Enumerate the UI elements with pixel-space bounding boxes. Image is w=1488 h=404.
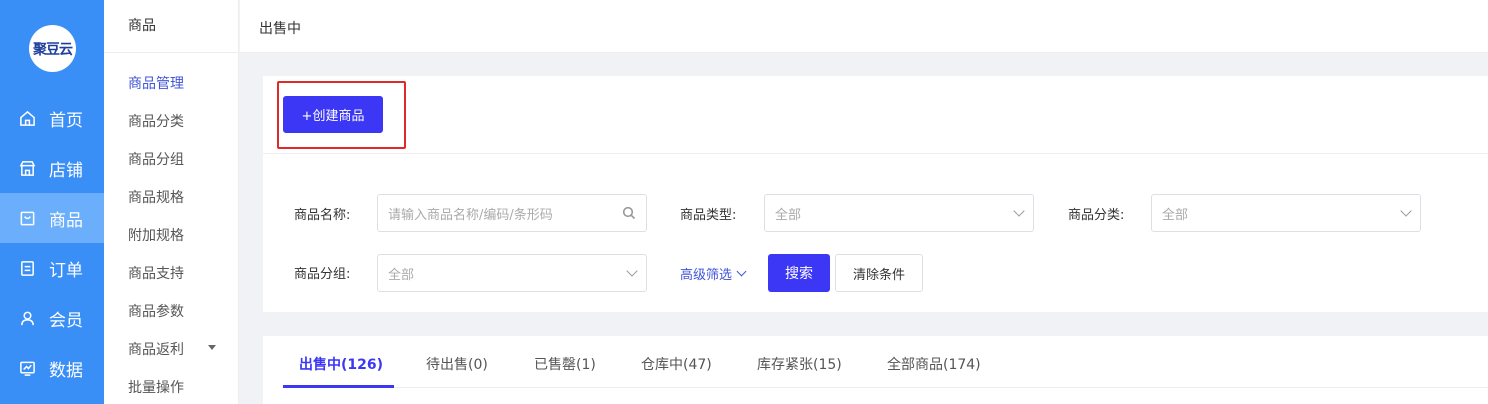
nav-item-member[interactable]: 会员 <box>0 293 104 343</box>
tab-pending-sale[interactable]: 待出售(0) <box>426 354 488 374</box>
search-icon[interactable] <box>622 206 636 220</box>
clear-filters-button[interactable]: 清除条件 <box>835 254 923 292</box>
secondary-sidebar: 商品 商品管理 商品分类 商品分组 商品规格 附加规格 商品支持 商品参数 商品… <box>104 0 239 404</box>
tab-on-sale[interactable]: 出售中(126) <box>299 354 383 374</box>
goods-category-value: 全部 <box>1162 207 1189 223</box>
nav-item-label: 数据 <box>49 360 83 381</box>
order-icon <box>18 259 36 277</box>
subnav-item-goods-rebate[interactable]: 商品返利 <box>128 339 216 359</box>
tabs-card: 出售中(126) 待出售(0) 已售罄(1) 仓库中(47) 库存紧张(15) … <box>263 336 1488 404</box>
create-goods-button[interactable]: +创建商品 <box>283 96 383 133</box>
chevron-down-icon <box>626 265 638 277</box>
advanced-filter-toggle[interactable]: 高级筛选 <box>680 264 747 283</box>
goods-group-select[interactable]: 全部 <box>377 254 647 292</box>
nav-item-order[interactable]: 订单 <box>0 243 104 293</box>
home-icon <box>18 109 36 127</box>
nav-item-label: 店铺 <box>49 160 83 181</box>
subnav-title: 商品 <box>104 0 238 53</box>
top-header: 出售中 <box>240 0 1488 53</box>
subnav-item-batch-ops[interactable]: 批量操作 <box>128 377 184 397</box>
nav-item-goods[interactable]: 商品 <box>0 193 104 243</box>
tab-all-goods[interactable]: 全部商品(174) <box>887 354 981 374</box>
chevron-down-icon <box>736 266 747 277</box>
goods-name-placeholder: 请输入商品名称/编码/条形码 <box>388 207 553 223</box>
tab-sold-out[interactable]: 已售罄(1) <box>534 354 596 374</box>
goods-icon <box>18 209 36 227</box>
subnav-item-goods-manage[interactable]: 商品管理 <box>128 73 184 93</box>
primary-sidebar: 聚豆云 首页 店铺 商品 订单 会员 数据 <box>0 0 104 404</box>
goods-group-value: 全部 <box>388 267 415 283</box>
subnav-item-goods-params[interactable]: 商品参数 <box>128 301 184 321</box>
goods-category-label: 商品分类: <box>1068 208 1125 223</box>
search-button[interactable]: 搜索 <box>768 254 830 292</box>
active-tab-indicator <box>283 385 394 388</box>
subnav-item-goods-group[interactable]: 商品分组 <box>128 149 184 169</box>
subnav-item-goods-spec[interactable]: 商品规格 <box>128 187 184 207</box>
brand-logo-text: 聚豆云 <box>33 41 73 58</box>
data-icon <box>18 359 36 377</box>
brand-logo[interactable]: 聚豆云 <box>29 25 76 72</box>
advanced-filter-label: 高级筛选 <box>680 268 733 283</box>
subnav-item-extra-spec[interactable]: 附加规格 <box>128 225 184 245</box>
nav-item-store[interactable]: 店铺 <box>0 143 104 193</box>
caret-down-icon <box>208 345 216 350</box>
tab-in-warehouse[interactable]: 仓库中(47) <box>641 354 712 374</box>
goods-type-label: 商品类型: <box>680 208 737 223</box>
chevron-down-icon <box>1400 205 1412 217</box>
filter-card: 商品名称: 请输入商品名称/编码/条形码 商品类型: 全部 商品分类: 全部 商… <box>263 154 1488 312</box>
toolbar-card: +创建商品 <box>263 76 1488 154</box>
nav-item-label: 商品 <box>49 210 83 231</box>
subnav-item-label: 商品返利 <box>128 342 184 358</box>
nav-item-label: 会员 <box>49 310 83 331</box>
goods-name-label: 商品名称: <box>294 208 351 223</box>
nav-item-label: 首页 <box>49 110 83 131</box>
store-icon <box>18 159 36 177</box>
tab-low-stock[interactable]: 库存紧张(15) <box>757 354 842 374</box>
subnav-item-goods-support[interactable]: 商品支持 <box>128 263 184 283</box>
tabs-divider <box>283 387 1488 388</box>
subnav-item-goods-category[interactable]: 商品分类 <box>128 111 184 131</box>
breadcrumb: 出售中 <box>259 21 301 37</box>
member-icon <box>18 309 36 327</box>
goods-type-select[interactable]: 全部 <box>764 194 1034 232</box>
goods-group-label: 商品分组: <box>294 267 351 282</box>
goods-type-value: 全部 <box>775 207 802 223</box>
goods-name-input[interactable]: 请输入商品名称/编码/条形码 <box>377 194 647 232</box>
goods-category-select[interactable]: 全部 <box>1151 194 1421 232</box>
nav-item-label: 订单 <box>49 260 83 281</box>
nav-item-home[interactable]: 首页 <box>0 93 104 143</box>
chevron-down-icon <box>1013 205 1025 217</box>
nav-item-data[interactable]: 数据 <box>0 343 104 393</box>
